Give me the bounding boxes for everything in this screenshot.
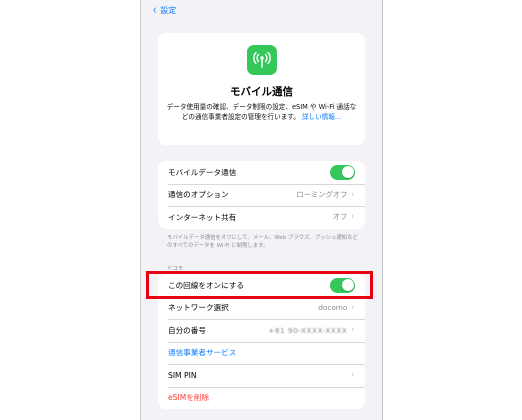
sim-pin-row[interactable]: SIM PIN › [158, 364, 365, 387]
mobile-data-row: モバイルデータ通信 [158, 161, 365, 184]
chevron-left-icon: ‹ [152, 2, 157, 18]
network-selection-value: docomo [318, 303, 348, 313]
carrier-services-link: 通信事業者サービス [168, 348, 237, 358]
back-label: 設定 [160, 6, 177, 15]
data-options-label: 通信のオプション [168, 190, 229, 200]
carrier-services-row[interactable]: 通信事業者サービス [158, 341, 365, 365]
chevron-right-icon: › [351, 370, 355, 381]
phone-screen: ‹ 設定 モバイル通信 データ使用量の確認、データ制限の設定、eSIM や Wi… [140, 0, 383, 420]
page-title: モバイル通信 [230, 86, 293, 98]
data-options-row[interactable]: 通信のオプション ローミングオフ › [158, 183, 365, 207]
delete-esim-button: eSIMを削除 [168, 393, 210, 403]
chevron-right-icon: › [351, 302, 355, 313]
data-options-value: ローミングオフ [296, 189, 348, 199]
my-number-value: +81 90-XXXX-XXXX [268, 325, 348, 335]
mobile-data-toggle[interactable] [330, 164, 355, 180]
cellular-settings-group: モバイルデータ通信 通信のオプション ローミングオフ › インターネット共有 オ… [158, 161, 365, 229]
hotspot-label: インターネット共有 [168, 212, 237, 222]
learn-more-link[interactable]: 詳しい情報... [302, 113, 341, 121]
mobile-data-footnote: モバイルデータ通信をオフにして、メール、Web ブラウズ、プッシュ通知などのすべ… [167, 235, 358, 249]
navigation-bar: ‹ 設定 [141, 3, 382, 21]
mobile-data-label: モバイルデータ通信 [168, 167, 237, 177]
network-selection-label: ネットワーク選択 [168, 303, 229, 313]
my-number-label: 自分の番号 [168, 325, 206, 335]
chevron-right-icon: › [351, 189, 355, 200]
antenna-glyph [253, 51, 271, 68]
my-number-row[interactable]: 自分の番号 +81 90-XXXX-XXXX › [158, 319, 365, 342]
antenna-icon [247, 45, 277, 75]
chevron-right-icon: › [351, 212, 355, 223]
highlight-box [146, 271, 373, 299]
chevron-right-icon: › [351, 325, 355, 336]
back-button[interactable]: ‹ 設定 [152, 2, 177, 18]
hotspot-row[interactable]: インターネット共有 オフ › [158, 206, 365, 229]
delete-esim-row[interactable]: eSIMを削除 [158, 386, 365, 410]
intro-description: データ使用量の確認、データ制限の設定、eSIM や Wi-Fi 通話などの通信事… [166, 102, 357, 122]
hotspot-value: オフ [332, 212, 348, 222]
intro-card: モバイル通信 データ使用量の確認、データ制限の設定、eSIM や Wi-Fi 通… [158, 33, 365, 145]
sim-pin-label: SIM PIN [168, 370, 197, 380]
network-selection-row[interactable]: ネットワーク選択 docomo › [158, 296, 365, 320]
